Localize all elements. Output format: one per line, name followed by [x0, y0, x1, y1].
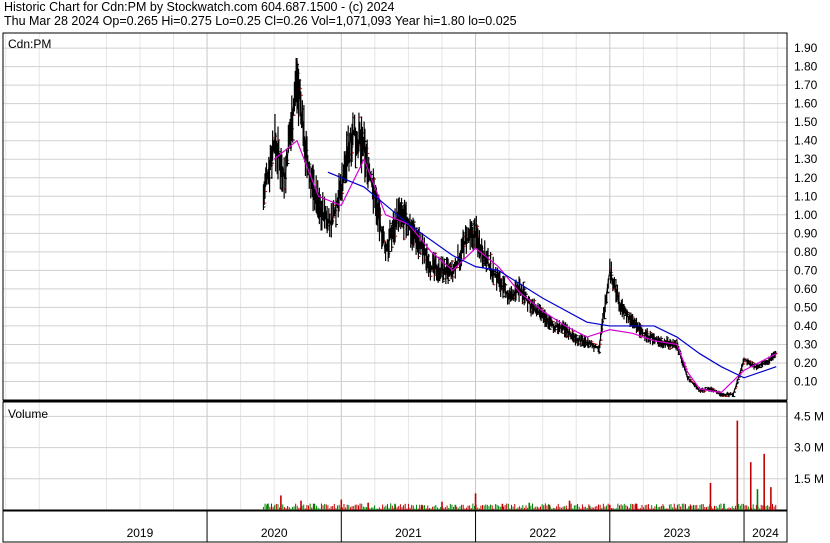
year-tick-label: 2021 [395, 526, 422, 540]
volume-tick-label: 3.0 M [794, 441, 824, 455]
price-tick-label: 1.40 [794, 134, 818, 148]
price-tick-label: 0.70 [794, 263, 818, 277]
price-tick-label: 0.10 [794, 374, 818, 388]
price-panel-title: Cdn:PM [8, 37, 51, 51]
year-tick-label: 2023 [664, 526, 691, 540]
price-tick-label: 0.90 [794, 226, 818, 240]
price-tick-label: 1.60 [794, 97, 818, 111]
price-tick-label: 0.40 [794, 319, 818, 333]
volume-tick-label: 1.5 M [794, 472, 824, 486]
price-tick-label: 1.10 [794, 189, 818, 203]
price-series [262, 57, 778, 398]
volume-panel-frame [2, 401, 788, 511]
price-tick-label: 1.80 [794, 60, 818, 74]
price-tick-label: 0.80 [794, 245, 818, 259]
volume-tick-label: 4.5 M [794, 409, 824, 423]
price-tick-label: 1.90 [794, 41, 818, 55]
chart-frames [2, 32, 788, 543]
price-tick-label: 0.20 [794, 356, 818, 370]
year-tick-label: 2020 [261, 526, 288, 540]
long-moving-average-line [327, 171, 777, 379]
price-tick-label: 1.30 [794, 152, 818, 166]
price-tick-label: 0.50 [794, 300, 818, 314]
year-tick-label: 2019 [127, 526, 154, 540]
price-tick-label: 1.70 [794, 78, 818, 92]
price-tick-label: 1.50 [794, 115, 818, 129]
moving-averages [273, 139, 777, 394]
price-tick-label: 0.30 [794, 337, 818, 351]
volume-bars [262, 420, 777, 510]
price-line [262, 75, 777, 395]
price-tick-label: 1.20 [794, 171, 818, 185]
year-tick-label: 2022 [529, 526, 556, 540]
stock-chart: 2019 2020 2021 2022 2023 2024 1.90 1.80 1.70 1.60… [2, 32, 824, 543]
grid-lines [3, 33, 787, 542]
year-tick-label: 2024 [752, 526, 779, 540]
price-tick-label: 0.60 [794, 282, 818, 296]
volume-panel-title: Volume [8, 407, 48, 421]
price-tick-label: 1.00 [794, 208, 818, 222]
